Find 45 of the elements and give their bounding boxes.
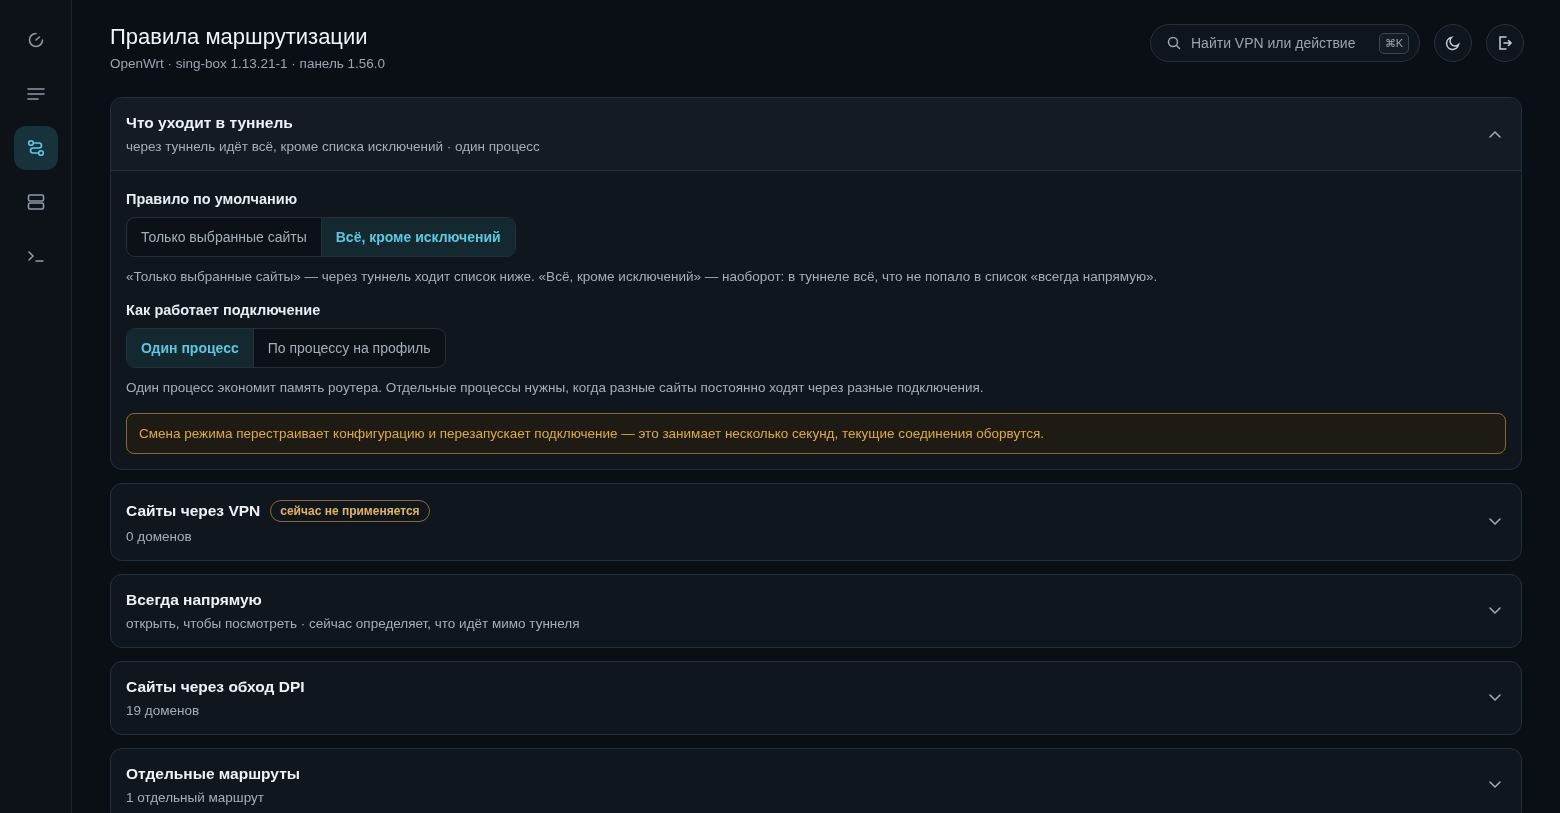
section-header[interactable]: Отдельные маршруты 1 отдельный маршрут [111, 749, 1521, 813]
logout-button[interactable] [1486, 24, 1524, 62]
setting-label: Как работает подключение [126, 302, 322, 318]
shortcut-hint: ⌘K [1378, 32, 1409, 54]
chevron-up-icon [1489, 130, 1501, 138]
segment-option[interactable]: Всё, кроме исключений [320, 218, 515, 256]
chevron-down-icon [1489, 781, 1501, 789]
setting-description: Один процесс экономит память роутера. Отдельные процессы нужны, когда разные сайты постоянно ходят через разные подключения. [126, 380, 985, 395]
section-summary: 0 доменов [126, 529, 193, 544]
section-summary: 1 отдельный маршрут [126, 790, 265, 805]
menu-icon [26, 87, 45, 101]
gauge-icon [26, 31, 45, 49]
chevron-down-icon [1489, 518, 1501, 526]
segment-option[interactable]: Только выбранные сайты [127, 218, 321, 256]
setting-label: Правило по умолчанию [126, 191, 298, 207]
section-header[interactable]: Сайты через обход DPI 19 доменов [111, 662, 1521, 734]
chevron-down-icon [1489, 607, 1501, 615]
section-summary: открыть, чтобы посмотреть · сейчас определяет, что идёт мимо туннеля [126, 616, 580, 631]
section-header[interactable]: Всегда напрямую открыть, чтобы посмотреть · сейчас определяет, что идёт мимо туннеля [111, 575, 1521, 647]
search-icon [1167, 36, 1181, 50]
section-summary: через туннель идёт всё, кроме списка исключений · один процесс [126, 139, 540, 154]
chevron-down-icon [1489, 694, 1501, 702]
search-field[interactable]: Найти VPN или действие ⌘K [1150, 24, 1420, 62]
section-title: Сайты через VPN [126, 502, 261, 520]
segment-option[interactable]: Один процесс [127, 329, 253, 367]
theme-toggle-button[interactable] [1434, 24, 1472, 62]
route-icon [26, 139, 45, 157]
section-title: Что уходит в туннель [126, 114, 293, 132]
server-icon [26, 193, 45, 211]
section-header[interactable]: Что уходит в туннель через туннель идёт всё, кроме списка исключений · один процесс [111, 98, 1521, 171]
moon-icon [1445, 35, 1461, 51]
nav-button[interactable] [13, 126, 58, 170]
section-title: Сайты через обход DPI [126, 678, 305, 696]
search-input[interactable]: Найти VPN или действие [1191, 35, 1369, 51]
section-header[interactable]: Сайты через VPN сейчас не применяется 0 доменов [111, 484, 1521, 560]
page-title: Правила маршрутизации [110, 24, 369, 50]
terminal-icon [26, 249, 45, 263]
setting-description: «Только выбранные сайты» — через туннель ходит список ниже. «Всё, кроме исключений» — наоборот: в туннеле всё, что не попало в список «всегда напрямую». [126, 269, 1159, 284]
logout-icon [1497, 35, 1513, 51]
segment-option[interactable]: По процессу на профиль [252, 329, 445, 367]
section-summary: 19 доменов [126, 703, 201, 718]
section-title: Всегда напрямую [126, 591, 262, 609]
warning-message: Смена режима перестраивает конфигурацию и перезапускает подключение — это занимает несколько секунд, текущие соединения оборвутся. [126, 413, 1506, 454]
version-info: OpenWrt · sing-box 1.13.21-1 · панель 1.56.0 [110, 56, 386, 71]
section-title: Отдельные маршруты [126, 765, 300, 783]
